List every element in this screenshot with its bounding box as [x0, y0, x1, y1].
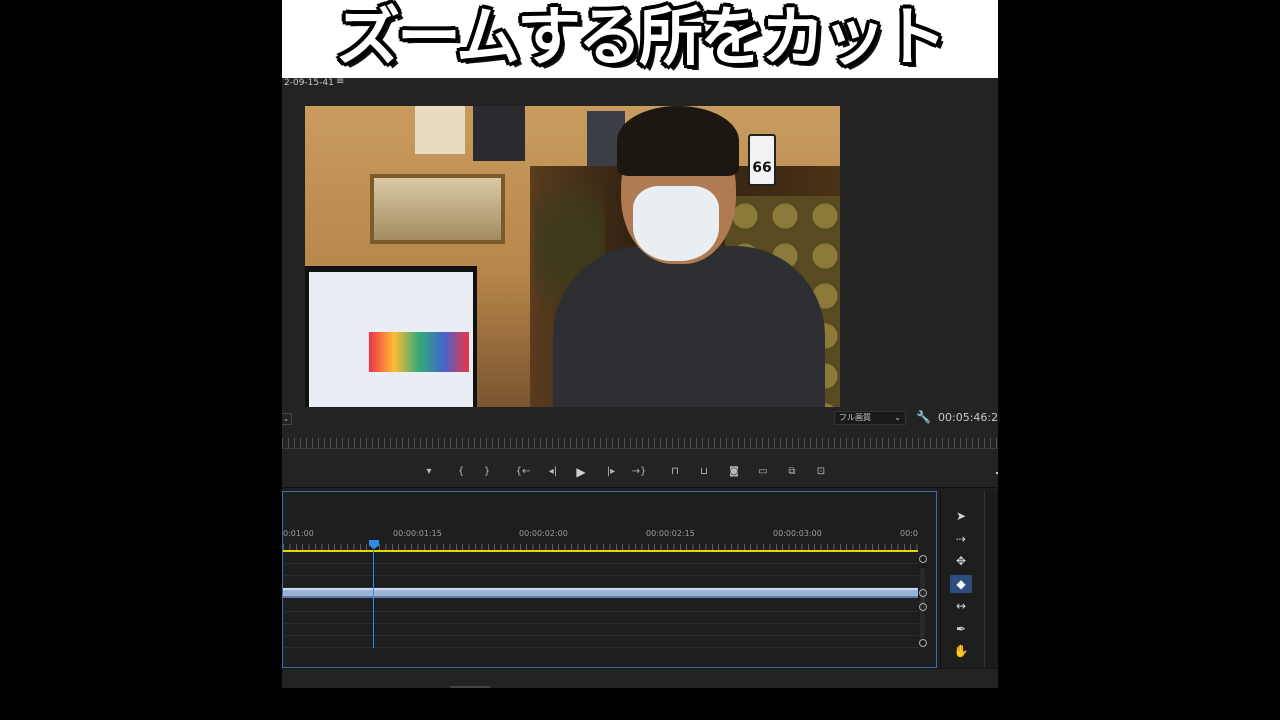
divider [282, 448, 998, 449]
duration-timecode: 00:05:46:2 [938, 411, 998, 424]
chevron-down-icon: ⌄ [894, 413, 901, 422]
headline-caption: ズームする所をカット [282, 0, 998, 78]
video-frame: 66 [305, 106, 840, 407]
wall-poster [415, 106, 465, 154]
export-frame-button[interactable]: ◙ [725, 464, 743, 480]
transport-controls: ▾ {} {← ◂| ▶ |▸ →} ⊓ ⊔ ◙ ▭ ⧉ ⊡ [282, 460, 998, 484]
wall-painting [370, 174, 505, 244]
computer-monitor [305, 266, 477, 407]
extract-button[interactable]: ⊔ [695, 464, 713, 480]
razor-tool[interactable]: ◆ [950, 574, 972, 593]
timeline-panel: 0:01:00 00:00:01:15 00:00:02:00 00:00:02:15… [282, 491, 937, 668]
video-clip[interactable] [283, 588, 918, 598]
tools-panel: ➤ ⇢ ✥ ◆ ↔ ✒ ✋ [940, 491, 980, 668]
timeline-tick-label: 0:01:00 [283, 529, 314, 538]
sequence-name[interactable]: 2-09-15-41 [284, 78, 334, 88]
route-sign: 66 [748, 134, 776, 186]
step-back-button[interactable]: ◂| [544, 464, 562, 480]
selection-tool[interactable]: ➤ [950, 507, 972, 525]
mark-out-button[interactable]: } [478, 464, 496, 480]
track-a1[interactable] [283, 600, 918, 612]
playback-quality-select[interactable]: フル画質 ⌄ [834, 411, 906, 425]
wall-poster [473, 106, 525, 161]
monitor-time-ruler[interactable] [282, 438, 998, 448]
lift-button[interactable]: ⊓ [666, 464, 684, 480]
headline-text: ズームする所をカット [335, 1, 947, 75]
pen-tool[interactable]: ✒ [950, 620, 972, 638]
thumbnail-strip [369, 332, 469, 372]
scroll-handle[interactable] [450, 686, 490, 688]
monitor-screen [309, 272, 473, 407]
track-v2[interactable] [283, 564, 918, 576]
program-monitor: 2-09-15-41 ≡ 66 ⌄ フル画質 ⌄ 🔧 00:05:46:2 ▾ … [282, 68, 998, 488]
status-bar [282, 668, 998, 688]
panel-marker [996, 472, 998, 474]
track-v3[interactable] [283, 552, 918, 564]
step-forward-button[interactable]: |▸ [602, 464, 620, 480]
mark-in-button[interactable]: { [452, 464, 470, 480]
scroll-handle-icon[interactable] [919, 555, 927, 563]
zoom-dropdown-icon[interactable]: ⌄ [282, 413, 292, 425]
scroll-handle-icon[interactable] [919, 589, 927, 597]
add-marker-button[interactable]: ▾ [420, 464, 438, 480]
wrench-icon[interactable]: 🔧 [916, 410, 931, 424]
quality-label: フル画質 [839, 413, 871, 422]
hand-tool[interactable]: ✋ [950, 642, 972, 660]
track-a4[interactable] [283, 636, 918, 648]
multi-camera-button[interactable]: ⧉ [783, 464, 801, 480]
track-a2[interactable] [283, 612, 918, 624]
timeline-tick-label: 00:00:03:00 [773, 529, 822, 538]
slip-tool[interactable]: ↔ [950, 597, 972, 615]
person-body [553, 246, 825, 407]
timeline-tick-label: 00:00:02:15 [646, 529, 695, 538]
scroll-handle-icon[interactable] [919, 603, 927, 611]
comparison-view-button[interactable]: ▭ [754, 464, 772, 480]
audio-meter-panel [984, 491, 998, 668]
timeline-tick-label: 00:00:02:00 [519, 529, 568, 538]
person-hair [617, 106, 739, 176]
go-to-in-button[interactable]: {← [514, 464, 532, 480]
play-button[interactable]: ▶ [572, 464, 590, 480]
timeline-tick-label: 00:00:01:15 [393, 529, 442, 538]
face-mask [633, 186, 719, 261]
track-a3[interactable] [283, 624, 918, 636]
track-v1[interactable] [283, 576, 918, 588]
timeline-tick-label: 00:0 [900, 529, 918, 538]
go-to-out-button[interactable]: →} [630, 464, 648, 480]
ripple-edit-tool[interactable]: ✥ [950, 552, 972, 570]
playhead-line [373, 550, 374, 648]
premiere-window: ズームする所をカット 2-09-15-41 ≡ 66 ⌄ フル画質 ⌄ 🔧 00… [282, 0, 998, 688]
trim-mode-button[interactable]: ⊡ [812, 464, 830, 480]
scroll-handle-icon[interactable] [919, 639, 927, 647]
route-sign-number: 66 [752, 160, 772, 176]
track-select-tool[interactable]: ⇢ [950, 530, 972, 548]
